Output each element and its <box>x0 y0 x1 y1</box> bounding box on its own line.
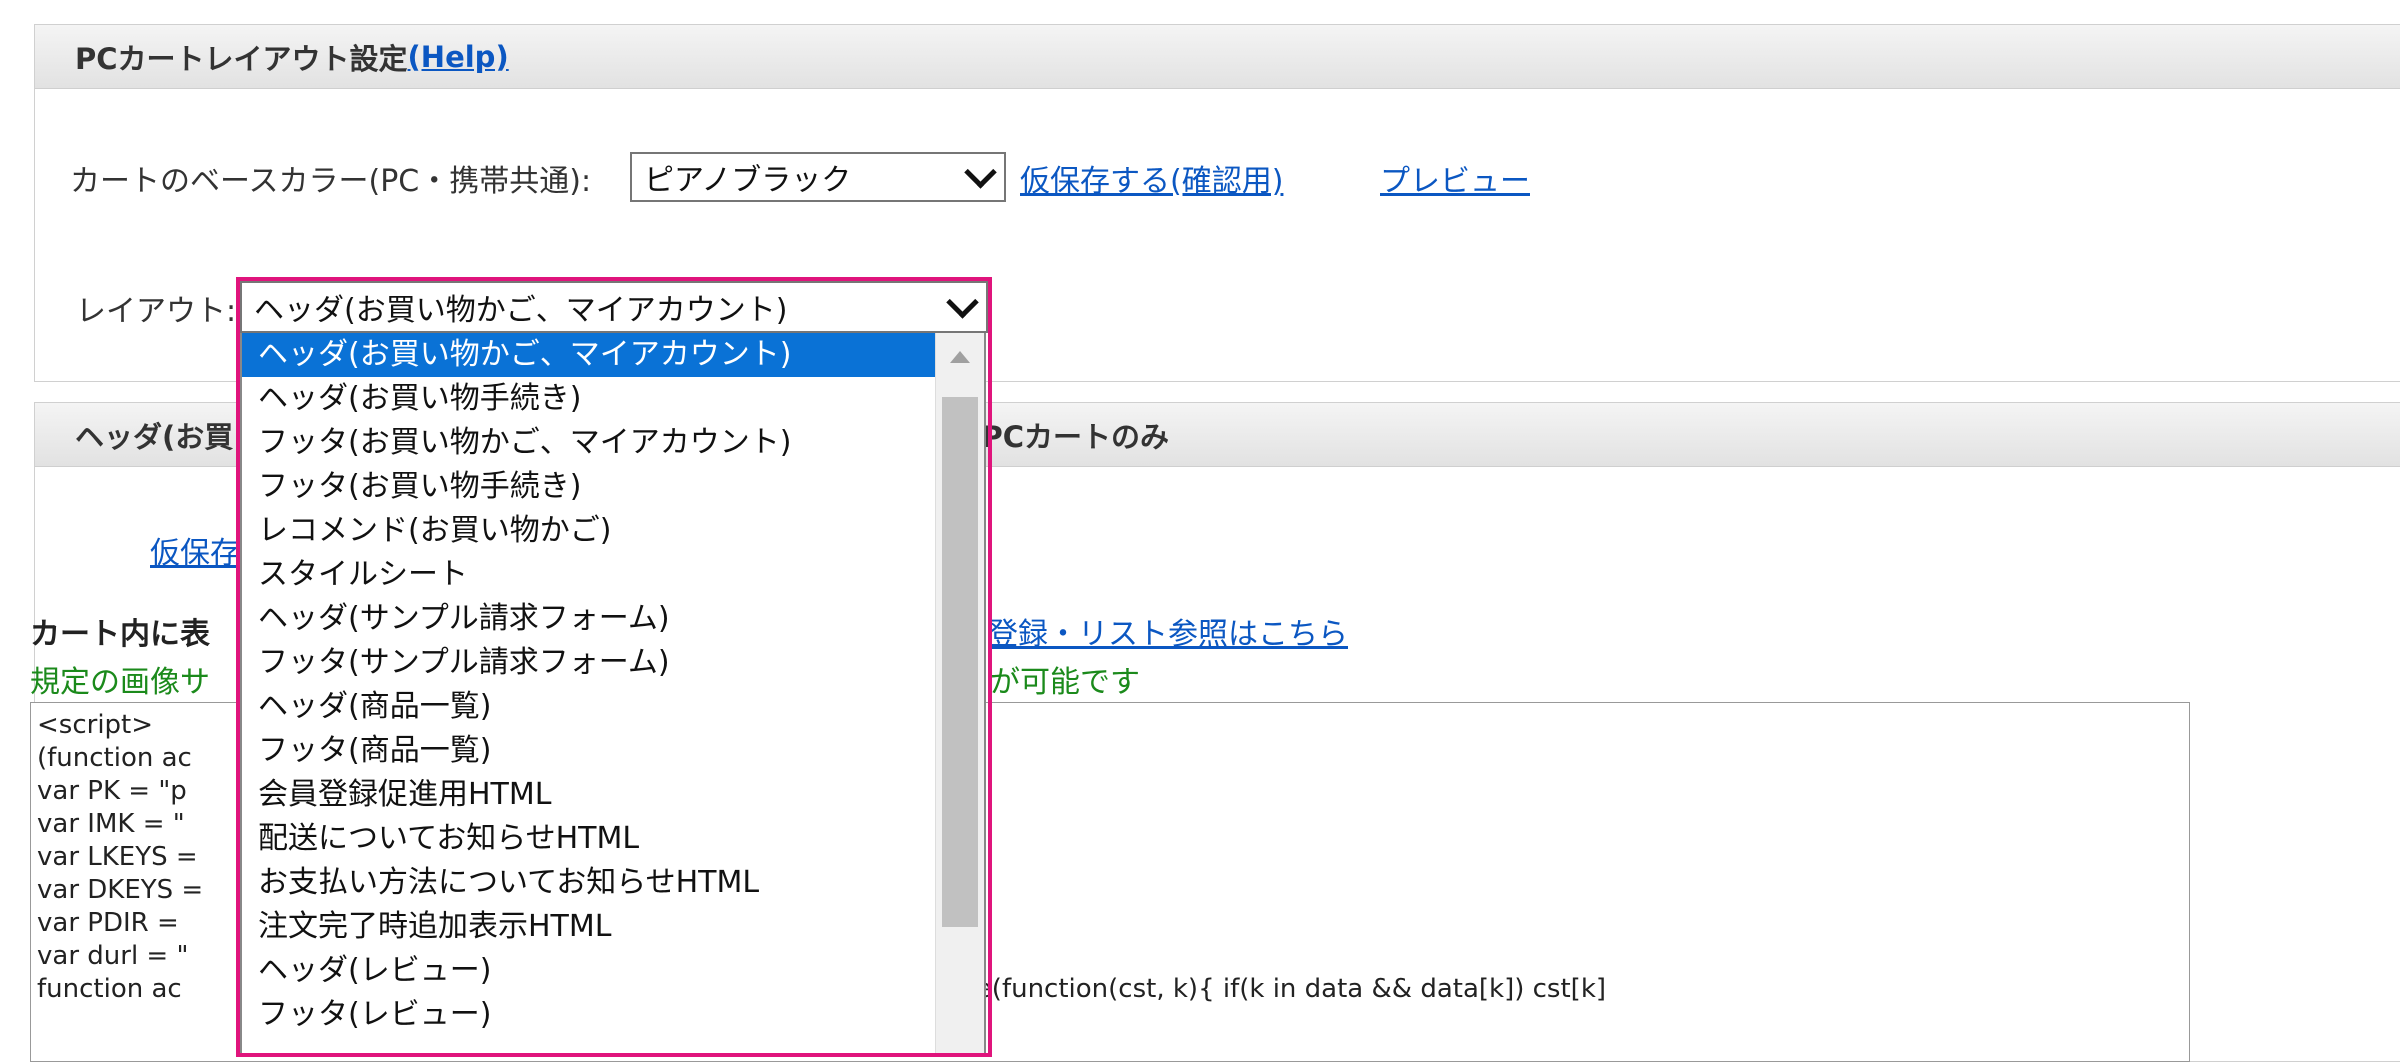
panel-header: PCカートレイアウト設定 (Help) <box>35 25 2400 89</box>
layout-select-value: ヘッダ(お買い物かご、マイアカウント) <box>254 293 788 328</box>
image-note-right: が可能です <box>990 656 1140 702</box>
base-color-value: ピアノブラック <box>644 163 852 198</box>
layout-label-row: レイアウト: <box>76 282 236 334</box>
base-color-select[interactable]: ピアノブラック <box>630 152 1006 202</box>
layout-label: レイアウト: <box>76 294 237 329</box>
base-color-row: カートのベースカラー(PC・携帯共通): <box>70 152 591 204</box>
panel2-title-left: ヘッダ(お買 <box>75 419 234 454</box>
dropdown-scrollbar[interactable] <box>935 333 984 1053</box>
dropdown-option[interactable]: フッタ(レビュー) <box>242 993 936 1037</box>
dropdown-option[interactable]: レコメンド(お買い物かご) <box>242 509 936 553</box>
dropdown-option[interactable]: お支払い方法についてお知らせHTML <box>242 861 936 905</box>
dropdown-option[interactable]: フッタ(お買い物手続き) <box>242 465 936 509</box>
chevron-down-icon <box>964 156 997 189</box>
base-color-label: カートのベースカラー(PC・携帯共通): <box>70 164 592 199</box>
cart-display-text: カート内に表 <box>30 617 210 652</box>
dropdown-option[interactable]: 配送についてお知らせHTML <box>242 817 936 861</box>
dropdown-option[interactable]: ヘッダ(サンプル請求フォーム) <box>242 597 936 641</box>
dropdown-option[interactable]: ヘッダ(レビュー) <box>242 949 936 993</box>
image-note-right-text: が可能です <box>990 665 1140 700</box>
layout-dropdown-list[interactable]: ヘッダ(お買い物かご、マイアカウント) ヘッダ(お買い物手続き) フッタ(お買い物か… <box>240 333 986 1053</box>
scroll-up-arrow-icon[interactable] <box>950 351 970 363</box>
chevron-down-icon <box>946 286 979 319</box>
temp-save-confirm-link[interactable]: 仮保存する(確認用) <box>1020 152 1283 204</box>
dropdown-option[interactable]: フッタ(サンプル請求フォーム) <box>242 641 936 685</box>
cart-display-label: カート内に表 <box>30 608 210 654</box>
scrollbar-thumb[interactable] <box>942 397 978 927</box>
dropdown-option[interactable]: ヘッダ(お買い物かご、マイアカウント) <box>242 333 936 377</box>
dropdown-option[interactable]: スタイルシート <box>242 553 936 597</box>
layout-select[interactable]: ヘッダ(お買い物かご、マイアカウント) <box>240 281 988 333</box>
preview-link[interactable]: プレビュー <box>1380 152 1530 204</box>
help-link[interactable]: (Help) <box>408 40 509 74</box>
dropdown-option[interactable]: 会員登録促進用HTML <box>242 773 936 817</box>
dropdown-option[interactable]: フッタ(商品一覧) <box>242 729 936 773</box>
dropdown-option[interactable]: 注文完了時追加表示HTML <box>242 905 936 949</box>
dropdown-option[interactable]: フッタ(お買い物かご、マイアカウント) <box>242 421 936 465</box>
image-note-left: 規定の画像サ <box>30 656 210 702</box>
dropdown-option[interactable]: ヘッダ(お買い物手続き) <box>242 377 936 421</box>
panel-title: PCカートレイアウト設定 <box>75 41 408 76</box>
temp-save-link[interactable]: 仮保存 <box>150 524 240 576</box>
image-note-left-text: 規定の画像サ <box>30 665 210 700</box>
register-list-link[interactable]: 登録・リスト参照はこちら <box>988 608 1348 654</box>
dropdown-option[interactable]: ヘッダ(商品一覧) <box>242 685 936 729</box>
